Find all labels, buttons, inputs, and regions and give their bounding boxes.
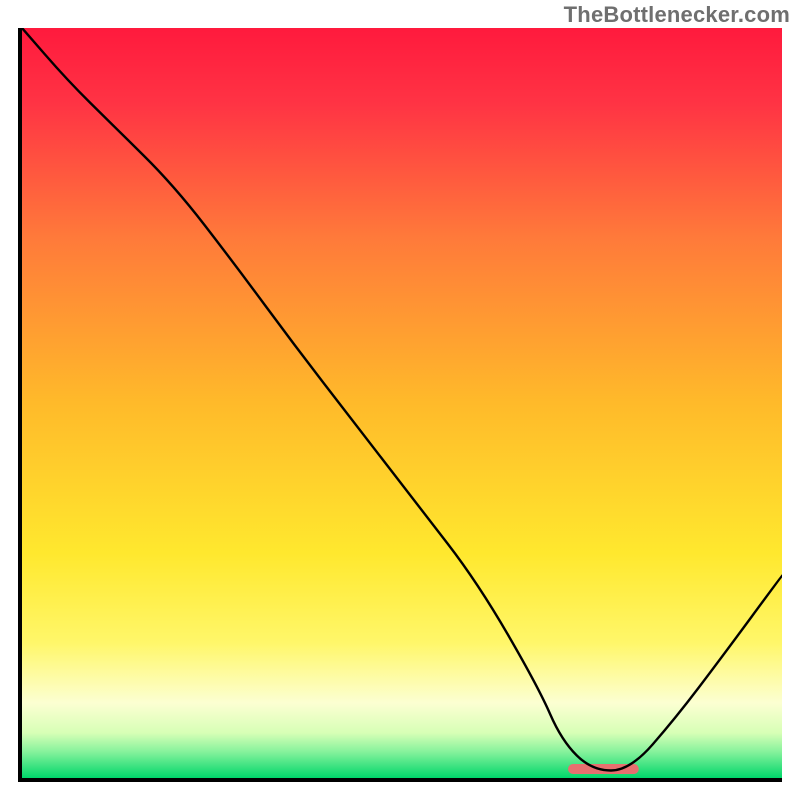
bottleneck-chart (22, 28, 782, 778)
attribution-text: TheBottlenecker.com (564, 2, 790, 28)
chart-container: TheBottlenecker.com (0, 0, 800, 800)
gradient-background (22, 28, 782, 778)
